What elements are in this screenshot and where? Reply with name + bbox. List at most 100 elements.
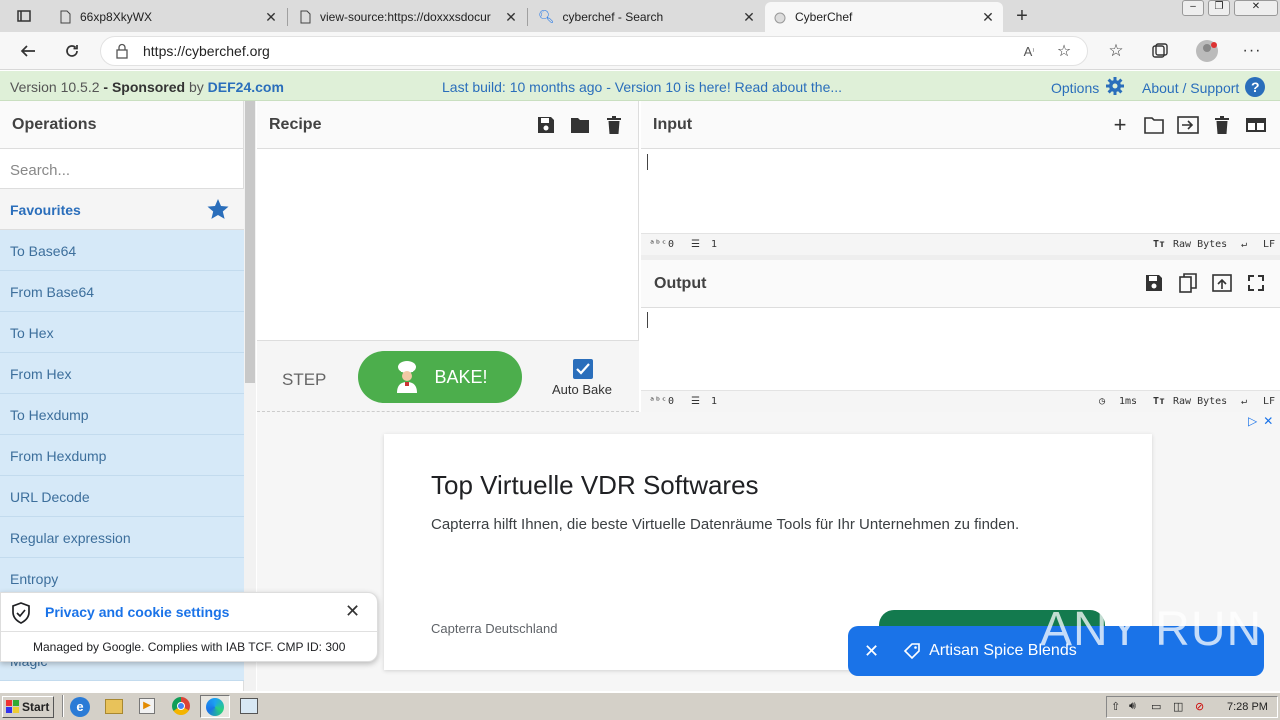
input-eol[interactable]: LF	[1263, 239, 1275, 250]
favorites-icon[interactable]: ☆	[1102, 37, 1130, 65]
auto-bake-checkbox[interactable]	[573, 359, 593, 379]
operation-from-hexdump[interactable]: From Hexdump	[0, 435, 244, 476]
save-icon	[1146, 275, 1162, 291]
favourites-category[interactable]: Favourites	[0, 189, 244, 230]
operation-from-hex[interactable]: From Hex	[0, 353, 244, 394]
about-support-button[interactable]: About / Support ?	[1142, 77, 1266, 97]
security-alert-icon[interactable]: ⊘	[1195, 700, 1204, 713]
save-output-button[interactable]	[1143, 272, 1165, 294]
ad-headline[interactable]: Top Virtuelle VDR Softwares	[431, 470, 759, 501]
maximize-output-button[interactable]	[1245, 272, 1267, 294]
sponsor-link[interactable]: DEF24.com	[208, 79, 284, 95]
notepad-icon[interactable]	[240, 698, 258, 714]
tab-title: cyberchef - Search	[562, 10, 664, 24]
start-button[interactable]: Start	[2, 696, 54, 718]
gear-icon	[1106, 77, 1125, 95]
edge-taskbar-button[interactable]	[200, 695, 230, 718]
add-input-tab-button[interactable]: +	[1109, 112, 1131, 137]
volume-icon[interactable]: 🔊︎	[1129, 700, 1136, 713]
close-window-button[interactable]: ✕	[1234, 0, 1278, 16]
ad-choices[interactable]: ▷ ✕	[1248, 414, 1273, 428]
output-encoding[interactable]: Raw Bytes	[1173, 396, 1227, 407]
close-tab-icon[interactable]: ✕	[504, 9, 518, 26]
maximize-button[interactable]: ❐	[1208, 0, 1230, 16]
privacy-title[interactable]: Privacy and cookie settings	[45, 604, 229, 620]
read-aloud-icon[interactable]: A ⁾	[1015, 37, 1043, 65]
minimize-button[interactable]: –	[1182, 0, 1204, 16]
browser-tab-active[interactable]: CyberChef ✕	[765, 2, 1003, 32]
chrome-icon[interactable]	[172, 697, 190, 715]
close-ad-icon[interactable]: ✕	[1263, 414, 1273, 428]
output-eol[interactable]: LF	[1263, 396, 1275, 407]
chef-icon	[397, 361, 418, 393]
open-folder-button[interactable]	[1143, 114, 1165, 136]
taskbar-separator	[62, 695, 64, 717]
tag-icon	[903, 643, 920, 660]
eol-icon: ↵	[1241, 239, 1248, 250]
input-char-count: 0	[668, 239, 675, 250]
bake-button[interactable]: BAKE!	[358, 351, 522, 403]
operation-to-hexdump[interactable]: To Hexdump	[0, 394, 244, 435]
tray-expand-icon[interactable]: ⇧	[1111, 700, 1120, 713]
media-player-icon[interactable]: ▶	[139, 698, 155, 714]
refresh-button[interactable]	[58, 37, 86, 65]
open-file-button[interactable]	[1177, 114, 1199, 136]
operations-scroll-thumb[interactable]	[245, 101, 255, 383]
collections-icon[interactable]	[1146, 37, 1174, 65]
sponsored-label: - Sponsored	[99, 79, 186, 95]
back-button[interactable]	[14, 37, 42, 65]
start-label: Start	[22, 700, 50, 714]
options-button[interactable]: Options	[1051, 77, 1125, 96]
operation-from-base64[interactable]: From Base64	[0, 271, 244, 312]
explorer-folder-icon[interactable]	[105, 699, 123, 714]
windows-taskbar	[0, 692, 1280, 720]
close-tab-icon[interactable]: ✕	[981, 9, 995, 26]
close-tab-icon[interactable]: ✕	[264, 9, 278, 26]
operation-regular-expression[interactable]: Regular expression	[0, 517, 244, 558]
network-icon[interactable]: ▭	[1151, 700, 1161, 713]
operation-to-hex[interactable]: To Hex	[0, 312, 244, 353]
close-popup-icon[interactable]: ✕	[864, 641, 879, 662]
input-textarea[interactable]	[641, 149, 1280, 233]
browser-tab-3[interactable]: 🔍︎ cyberchef - Search ✕	[530, 2, 764, 32]
operations-title: Operations	[0, 101, 243, 149]
privacy-cookie-panel[interactable]: Privacy and cookie settings ✕ Managed by…	[0, 592, 378, 662]
text-encoding-icon[interactable]: Tт	[1153, 239, 1165, 250]
input-encoding[interactable]: Raw Bytes	[1173, 239, 1227, 250]
more-menu-icon[interactable]: ···	[1238, 37, 1266, 65]
add-favorite-icon[interactable]: ☆	[1050, 37, 1078, 65]
load-recipe-button[interactable]	[569, 114, 591, 136]
reset-layout-button[interactable]	[1245, 114, 1267, 136]
operation-to-base64[interactable]: To Base64	[0, 230, 244, 271]
operations-search-input[interactable]: Search...	[0, 149, 244, 189]
build-notice[interactable]: Last build: 10 months ago - Version 10 i…	[442, 79, 842, 95]
clear-recipe-button[interactable]	[603, 114, 625, 136]
ie-icon[interactable]: e	[70, 697, 90, 717]
output-line-count: 1	[711, 396, 718, 407]
browser-tab-2[interactable]: view-source:https://doxxxsdocur ✕	[290, 2, 526, 32]
close-privacy-icon[interactable]: ✕	[345, 601, 360, 622]
clear-input-button[interactable]	[1211, 114, 1233, 136]
fullscreen-icon	[1248, 275, 1264, 291]
options-label: Options	[1051, 79, 1100, 96]
tab-actions-icon[interactable]	[10, 2, 38, 30]
step-button[interactable]: STEP	[282, 370, 326, 390]
top-banner: Version 10.5.2 - Sponsored by DEF24.com …	[0, 71, 1280, 101]
replace-input-button[interactable]	[1211, 272, 1233, 294]
output-textarea[interactable]	[641, 308, 1280, 390]
profile-avatar[interactable]	[1193, 37, 1221, 65]
version-info: Version 10.5.2 - Sponsored by DEF24.com	[10, 79, 284, 95]
operation-url-decode[interactable]: URL Decode	[0, 476, 244, 517]
clock[interactable]: 7:28 PM	[1227, 701, 1268, 713]
copy-output-button[interactable]	[1177, 272, 1199, 294]
browser-tab-1[interactable]: 66xp8XkyWX ✕	[50, 2, 286, 32]
adchoices-icon[interactable]: ▷	[1248, 414, 1257, 428]
save-recipe-button[interactable]	[535, 114, 557, 136]
close-tab-icon[interactable]: ✕	[742, 9, 756, 26]
text-encoding-icon[interactable]: Tт	[1153, 396, 1165, 407]
shield-icon	[12, 602, 30, 624]
new-tab-button[interactable]: +	[1008, 2, 1036, 30]
address-bar[interactable]: https://cyberchef.org	[100, 36, 1088, 66]
tab-separator	[527, 8, 528, 26]
tray-app-icon[interactable]: ◫	[1173, 700, 1183, 713]
